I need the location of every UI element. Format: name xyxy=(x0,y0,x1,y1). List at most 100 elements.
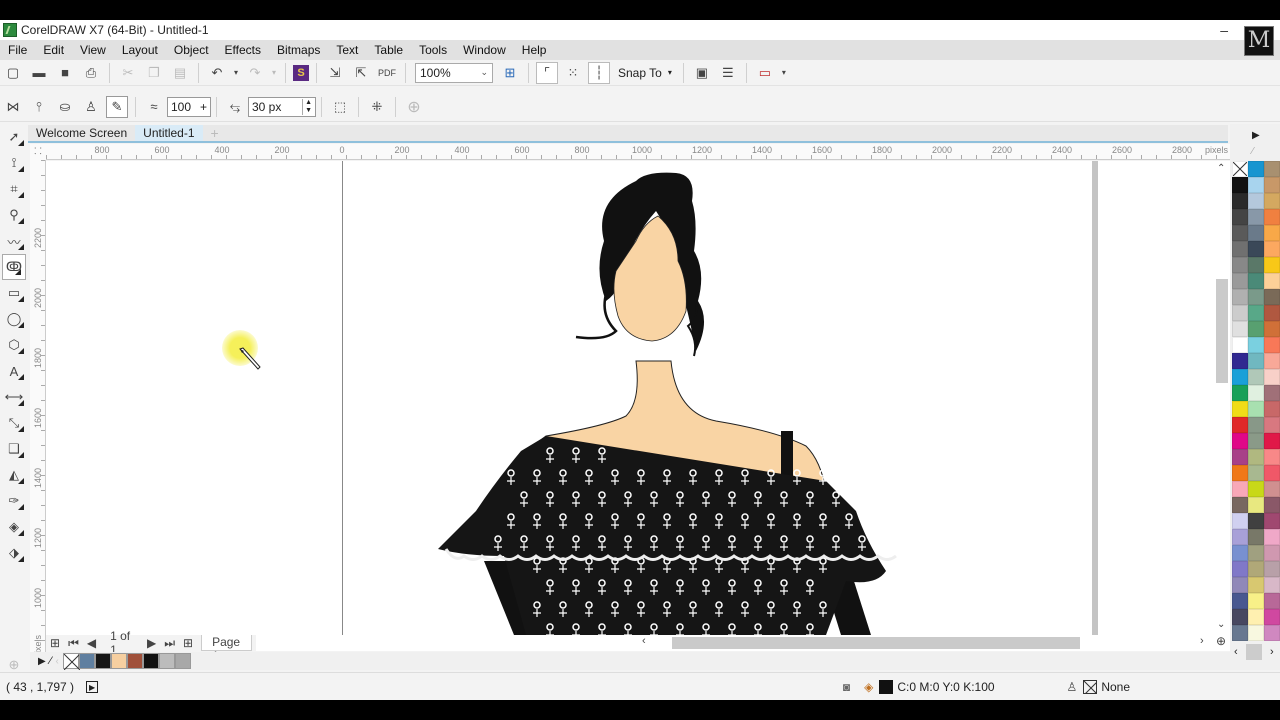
drawing-canvas[interactable] xyxy=(46,161,1214,635)
color-swatch[interactable] xyxy=(174,653,191,669)
color-swatch[interactable] xyxy=(1248,577,1264,593)
color-swatch[interactable] xyxy=(1264,449,1280,465)
show-guidelines-icon[interactable]: ┆ xyxy=(588,61,610,84)
options-icon[interactable]: ☰ xyxy=(717,62,739,84)
redo-dropdown-icon[interactable]: ▾ xyxy=(270,62,278,84)
menu-text[interactable]: Text xyxy=(328,43,366,57)
color-swatch[interactable] xyxy=(1264,337,1280,353)
color-swatch[interactable] xyxy=(1264,497,1280,513)
smart-drawing-tool-icon[interactable]: ↂ xyxy=(2,254,26,280)
color-swatch[interactable] xyxy=(110,653,127,669)
crop-tool-icon[interactable]: ⌗ xyxy=(0,176,28,202)
color-swatch[interactable] xyxy=(1232,449,1248,465)
color-swatch[interactable] xyxy=(1248,241,1264,257)
export-icon[interactable]: ⇱ xyxy=(350,62,372,84)
color-swatch[interactable] xyxy=(1264,241,1280,257)
color-swatch[interactable] xyxy=(1248,449,1264,465)
undo-icon[interactable]: ↶ xyxy=(206,62,228,84)
color-swatch[interactable] xyxy=(94,653,111,669)
color-swatch[interactable] xyxy=(1264,385,1280,401)
add-tab-icon[interactable]: + xyxy=(203,125,227,141)
color-swatch[interactable] xyxy=(1232,401,1248,417)
color-swatch[interactable] xyxy=(1248,625,1264,641)
menu-file[interactable]: File xyxy=(0,43,35,57)
color-swatch[interactable] xyxy=(1232,625,1248,641)
horizontal-scroll-thumb[interactable] xyxy=(672,637,1080,649)
menu-edit[interactable]: Edit xyxy=(35,43,72,57)
color-swatch[interactable] xyxy=(1264,321,1280,337)
import-icon[interactable]: ⇲ xyxy=(324,62,346,84)
color-swatch[interactable] xyxy=(1264,305,1280,321)
color-swatch[interactable] xyxy=(1248,401,1264,417)
color-swatch[interactable] xyxy=(1232,257,1248,273)
transparency-tool-icon[interactable]: ◭ xyxy=(0,462,28,488)
minimize-button[interactable]: ‒ xyxy=(1220,22,1228,38)
palette-scroll-thumb[interactable] xyxy=(1246,644,1262,660)
vertical-ruler[interactable]: 2200 2000 1800 1600 1400 1200 1000 pixels xyxy=(30,160,46,658)
open-icon[interactable]: ▬ xyxy=(28,62,50,84)
color-swatch[interactable] xyxy=(1264,593,1280,609)
status-expand-icon[interactable]: ▶ xyxy=(86,680,99,693)
search-content-icon[interactable]: S xyxy=(293,64,309,81)
palette-flyout-icon[interactable]: ▶ xyxy=(38,656,46,667)
polygon-tool-icon[interactable]: ⬡ xyxy=(0,332,28,358)
application-launcher-icon[interactable]: ▭ xyxy=(754,62,776,84)
color-swatch[interactable] xyxy=(1264,257,1280,273)
eyedropper-icon[interactable]: ⁄ xyxy=(50,655,52,667)
color-swatch[interactable] xyxy=(1264,273,1280,289)
color-swatch[interactable] xyxy=(1248,353,1264,369)
brush-icon[interactable]: ⫯ xyxy=(28,96,50,118)
cut-icon[interactable]: ✂ xyxy=(117,62,139,84)
show-rulers-icon[interactable]: ⌜ xyxy=(536,61,558,84)
color-swatch[interactable] xyxy=(1248,225,1264,241)
color-swatch[interactable] xyxy=(1248,385,1264,401)
publish-pdf-icon[interactable]: PDF xyxy=(376,62,398,84)
menu-bitmaps[interactable]: Bitmaps xyxy=(269,43,328,57)
color-swatch[interactable] xyxy=(1232,305,1248,321)
fashion-figure-illustration[interactable] xyxy=(426,161,906,635)
color-swatch[interactable] xyxy=(1264,609,1280,625)
color-swatch[interactable] xyxy=(1248,545,1264,561)
color-swatch[interactable] xyxy=(126,653,143,669)
last-page-icon[interactable]: ⏭ xyxy=(164,636,175,651)
connector-tool-icon[interactable]: ⤡ xyxy=(0,410,28,436)
color-swatch[interactable] xyxy=(1264,577,1280,593)
palette-flyout-icon[interactable]: ▶ xyxy=(1252,130,1260,141)
horizontal-ruler[interactable]: pixels 800 600 400 200 0 200 400 600 800 1000 1200… xyxy=(46,144,1230,160)
bounding-box-icon[interactable]: ⬚ xyxy=(329,96,351,118)
next-page-icon[interactable]: ▶ xyxy=(147,636,156,650)
color-swatch[interactable] xyxy=(1248,257,1264,273)
pick-tool-icon[interactable]: ➚ xyxy=(0,124,28,150)
zoom-tool-icon[interactable]: ⚲ xyxy=(0,202,28,228)
zoom-navigator-icon[interactable]: ⊕ xyxy=(1216,634,1226,648)
color-swatch[interactable] xyxy=(1264,545,1280,561)
tab-untitled-1[interactable]: Untitled-1 xyxy=(135,125,203,141)
palette-scroll-right-icon[interactable]: › xyxy=(1270,646,1274,658)
color-eyedropper-tool-icon[interactable]: ✑ xyxy=(0,488,28,514)
color-swatch[interactable] xyxy=(1248,273,1264,289)
color-swatch[interactable] xyxy=(1232,545,1248,561)
ellipse-tool-icon[interactable]: ◯ xyxy=(0,306,28,332)
color-swatch[interactable] xyxy=(1232,321,1248,337)
color-swatch[interactable] xyxy=(1232,513,1248,529)
paste-icon[interactable]: ▤ xyxy=(169,62,191,84)
text-tool-icon[interactable]: A xyxy=(0,358,28,384)
interactive-fill-tool-icon[interactable]: ◈ xyxy=(0,514,28,540)
color-swatch[interactable] xyxy=(1232,177,1248,193)
print-icon[interactable]: ⎙ xyxy=(80,62,102,84)
copy-icon[interactable]: ❐ xyxy=(143,62,165,84)
vertical-scrollbar[interactable]: ⌃ ⌄ xyxy=(1214,161,1230,635)
color-swatch[interactable] xyxy=(78,653,95,669)
color-swatch[interactable] xyxy=(1232,225,1248,241)
color-swatch[interactable] xyxy=(1248,529,1264,545)
parallel-dimension-tool-icon[interactable]: ⟷ xyxy=(0,384,28,410)
color-swatch[interactable] xyxy=(1232,609,1248,625)
color-swatch[interactable] xyxy=(1232,385,1248,401)
color-swatch[interactable] xyxy=(1248,289,1264,305)
zoom-level-dropdown[interactable]: 100% ⌄ xyxy=(415,62,493,83)
color-swatch[interactable] xyxy=(1232,417,1248,433)
color-swatch[interactable] xyxy=(1248,305,1264,321)
welcome-screen-icon[interactable]: ▣ xyxy=(691,62,713,84)
color-swatch[interactable] xyxy=(142,653,159,669)
color-swatch[interactable] xyxy=(1264,161,1280,177)
